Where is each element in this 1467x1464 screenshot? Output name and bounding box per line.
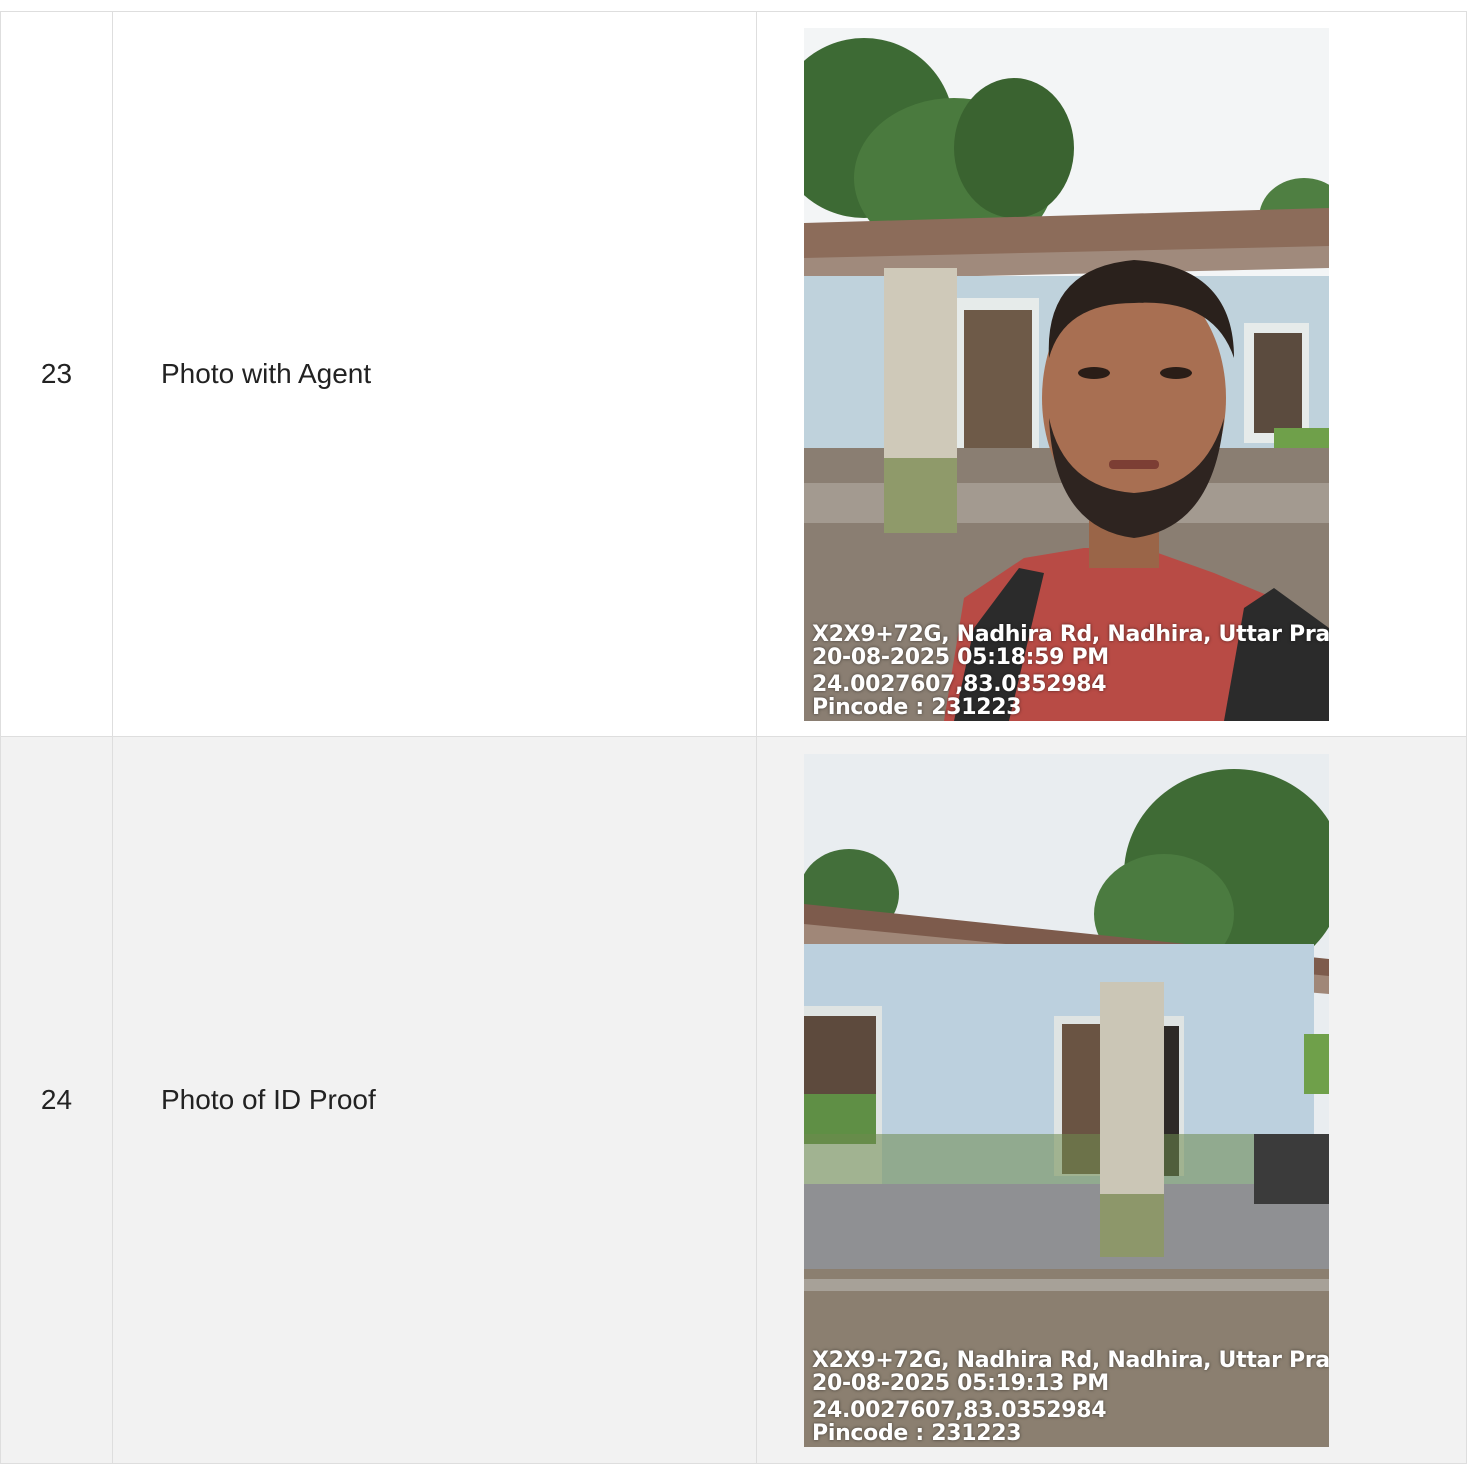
stamp-pincode: Pincode : 231223 — [812, 1420, 1022, 1446]
row-description-cell: Photo with Agent — [112, 11, 757, 737]
row-number: 24 — [40, 1084, 73, 1115]
building-scene-image — [804, 753, 1329, 1447]
agent-selfie-photo[interactable]: X2X9+72G, Nadhira Rd, Nadhira, Uttar Pra… — [804, 27, 1329, 721]
table-row: 24 Photo of ID Proof X2X9+72G, Nadhira R… — [0, 736, 1467, 1464]
stamp-address: X2X9+72G, Nadhira Rd, Nadhira, Uttar Pra… — [812, 1347, 1329, 1373]
stamp-coordinates: 24.0027607,83.0352984 — [812, 671, 1107, 697]
stamp-pincode: Pincode : 231223 — [812, 694, 1022, 720]
row-number-cell: 24 — [0, 736, 113, 1464]
row-photo-cell: X2X9+72G, Nadhira Rd, Nadhira, Uttar Pra… — [756, 736, 1467, 1464]
geo-stamp: X2X9+72G, Nadhira Rd, Nadhira, Uttar Pra… — [812, 1349, 1329, 1445]
stamp-coordinates: 24.0027607,83.0352984 — [812, 1397, 1107, 1423]
row-number-cell: 23 — [0, 11, 113, 737]
stamp-address: X2X9+72G, Nadhira Rd, Nadhira, Uttar Pra… — [812, 621, 1329, 647]
id-proof-photo[interactable]: X2X9+72G, Nadhira Rd, Nadhira, Uttar Pra… — [804, 753, 1329, 1447]
row-description-cell: Photo of ID Proof — [112, 736, 757, 1464]
row-photo-cell: X2X9+72G, Nadhira Rd, Nadhira, Uttar Pra… — [756, 11, 1467, 737]
selfie-scene-image — [804, 27, 1329, 721]
table-row: 23 Photo with Agent X2X9+72G, Nadhira Rd… — [0, 11, 1467, 737]
row-description: Photo with Agent — [161, 358, 372, 389]
geo-stamp: X2X9+72G, Nadhira Rd, Nadhira, Uttar Pra… — [812, 623, 1329, 719]
stamp-datetime: 20-08-2025 05:18:59 PM — [812, 644, 1109, 670]
stamp-datetime: 20-08-2025 05:19:13 PM — [812, 1370, 1109, 1396]
row-number: 23 — [40, 358, 73, 389]
checklist-table: 23 Photo with Agent X2X9+72G, Nadhira Rd… — [0, 11, 1467, 1464]
row-description: Photo of ID Proof — [161, 1084, 376, 1115]
